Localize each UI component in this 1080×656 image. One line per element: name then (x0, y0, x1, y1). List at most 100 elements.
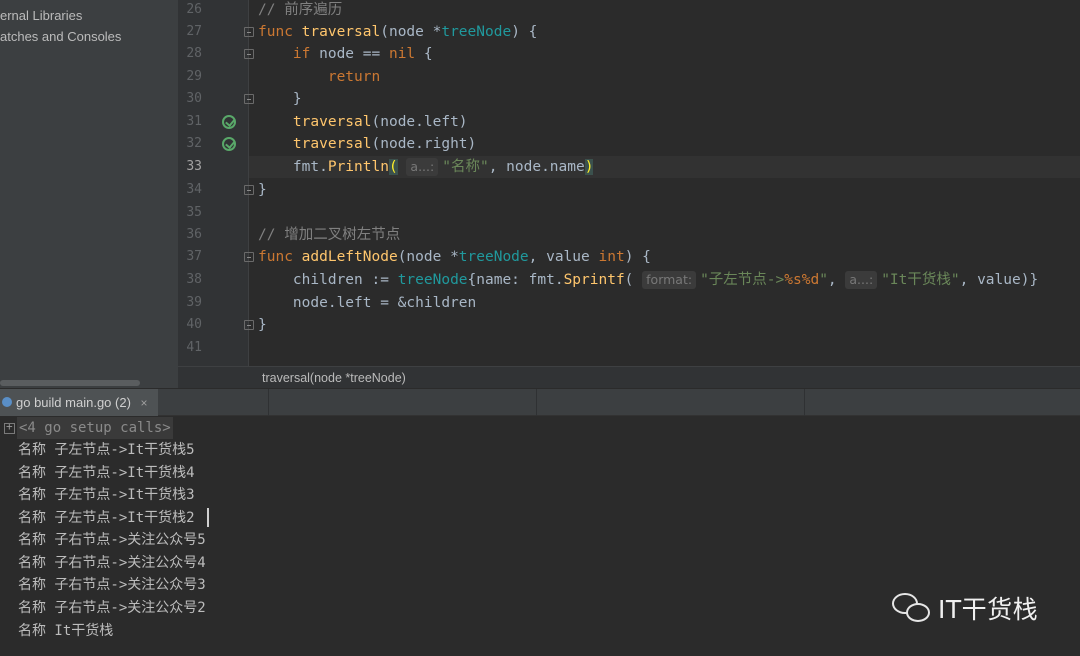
tab-divider (268, 389, 269, 416)
string-literal: "名称" (442, 159, 489, 175)
keyword: return (327, 69, 381, 85)
line-number: 34 (186, 182, 202, 197)
function-call: traversal (292, 136, 372, 152)
code-text: ) { (511, 24, 538, 40)
code-text: (node * (397, 249, 459, 265)
run-tool-window-tabs: go build main.go (2) × (0, 388, 1080, 416)
line-number: 40 (186, 317, 202, 332)
tab-divider (804, 389, 805, 416)
code-line-31: traversal(node.left) (258, 111, 468, 133)
code-line-29: return (258, 66, 380, 88)
type-name: treeNode (441, 24, 512, 40)
keyword: nil (388, 46, 416, 62)
code-text: fmt. (292, 159, 328, 175)
string-literal: " (819, 272, 828, 288)
fold-toggle-icon[interactable] (244, 27, 254, 37)
line-number: 27 (186, 24, 202, 39)
run-tab-label: go build main.go (2) (16, 395, 131, 410)
code-text: , value (528, 249, 599, 265)
code-line-26: // 前序遍历 (258, 0, 342, 21)
code-line-28: if node == nil { (258, 43, 433, 65)
console-output-line: 名称 子左节点->It干货栈5 (18, 442, 195, 458)
watermark: IT干货栈 (892, 588, 1038, 628)
matched-paren: ) (584, 159, 594, 175)
recursive-call-icon[interactable] (222, 137, 236, 151)
line-number: 39 (186, 295, 202, 310)
console-output-line: 名称 子左节点->It干货栈4 (18, 465, 195, 481)
code-text: (node.left) (371, 114, 468, 130)
sidebar-horizontal-scrollbar[interactable] (0, 380, 140, 386)
code-text: , value)} (959, 272, 1039, 288)
code-text: children := (292, 272, 398, 288)
line-number: 35 (186, 205, 202, 220)
close-tab-icon[interactable]: × (141, 396, 148, 410)
code-text: node == (310, 46, 389, 62)
line-number: 26 (186, 2, 202, 17)
wechat-icon (892, 591, 932, 625)
string-literal: "It干货栈" (881, 272, 960, 288)
parameter-hint: format: (642, 271, 697, 289)
keyword: int (598, 249, 625, 265)
watermark-text: IT干货栈 (938, 595, 1039, 624)
type-name: treeNode (397, 272, 468, 288)
console-output-line: 名称 It干货栈 (18, 623, 114, 639)
console-output-line: 名称 子左节点->It干货栈2 (18, 510, 195, 526)
code-line-30: } (258, 88, 302, 110)
line-number: 31 (186, 114, 202, 129)
fold-toggle-icon[interactable] (244, 49, 254, 59)
code-editor[interactable]: 26 27 28 29 30 31 32 33 34 35 36 37 38 3… (178, 0, 1080, 366)
keyword: func (258, 249, 293, 265)
code-comment: // 前序遍历 (258, 2, 343, 18)
line-number: 37 (186, 249, 202, 264)
function-name: addLeftNode (301, 249, 398, 265)
function-name: traversal (301, 24, 381, 40)
console-output-line: 名称 子右节点->关注公众号4 (18, 555, 206, 571)
code-text: } (258, 182, 267, 198)
go-run-config-icon (2, 397, 12, 407)
code-text: ) { (624, 249, 651, 265)
project-tree: ernal Libraries atches and Consoles (0, 0, 178, 388)
string-literal: "子左节点-> (700, 272, 785, 288)
fold-toggle-icon[interactable] (244, 252, 254, 262)
code-comment: // 增加二叉树左节点 (258, 227, 401, 243)
code-line-32: traversal(node.right) (258, 133, 476, 155)
run-tab-go-build[interactable]: go build main.go (2) × (0, 389, 158, 416)
code-text: , (827, 272, 846, 288)
code-text: node.left = &children (292, 295, 477, 311)
keyword: func (258, 24, 293, 40)
editor-breadcrumb[interactable]: traversal(node *treeNode) (178, 366, 1080, 388)
line-number: 36 (186, 227, 202, 242)
function-call: traversal (292, 114, 372, 130)
tree-item-scratches-consoles[interactable]: atches and Consoles (0, 27, 121, 47)
function-call: Println (327, 159, 389, 175)
line-number-current: 33 (186, 159, 202, 174)
fold-toggle-icon[interactable] (244, 94, 254, 104)
editor-gutter: 26 27 28 29 30 31 32 33 34 35 36 37 38 3… (178, 0, 248, 366)
code-line-37: func addLeftNode(node *treeNode, value i… (258, 246, 651, 268)
text-caret (207, 508, 209, 527)
console-output-line: 名称 子左节点->It干货栈3 (18, 487, 195, 503)
code-line-39: node.left = &children (258, 292, 476, 314)
matched-paren: ( (388, 159, 398, 175)
parameter-hint: a...: (406, 158, 439, 176)
fold-toggle-icon[interactable] (244, 185, 254, 195)
tree-item-external-libraries[interactable]: ernal Libraries (0, 6, 82, 26)
code-text: { (415, 46, 433, 62)
folded-setup-calls[interactable]: <4 go setup calls> (17, 417, 173, 439)
code-line-36: // 增加二叉树左节点 (258, 224, 400, 246)
code-text: , node.name (488, 159, 585, 175)
function-call: Sprintf (563, 272, 625, 288)
code-line-40: } (258, 314, 267, 336)
line-number: 29 (186, 69, 202, 84)
code-text: } (292, 91, 302, 107)
fold-toggle-icon[interactable] (244, 320, 254, 330)
line-number: 38 (186, 272, 202, 287)
expand-icon[interactable] (4, 420, 15, 434)
console-output-line: 名称 子右节点->关注公众号2 (18, 600, 206, 616)
recursive-call-icon[interactable] (222, 115, 236, 129)
format-verb: %s%d (784, 272, 820, 288)
code-line-34: } (258, 179, 267, 201)
breadcrumb-item[interactable]: traversal(node *treeNode) (262, 367, 406, 389)
keyword: if (292, 46, 311, 62)
console-output-line: 名称 子右节点->关注公众号3 (18, 577, 206, 593)
